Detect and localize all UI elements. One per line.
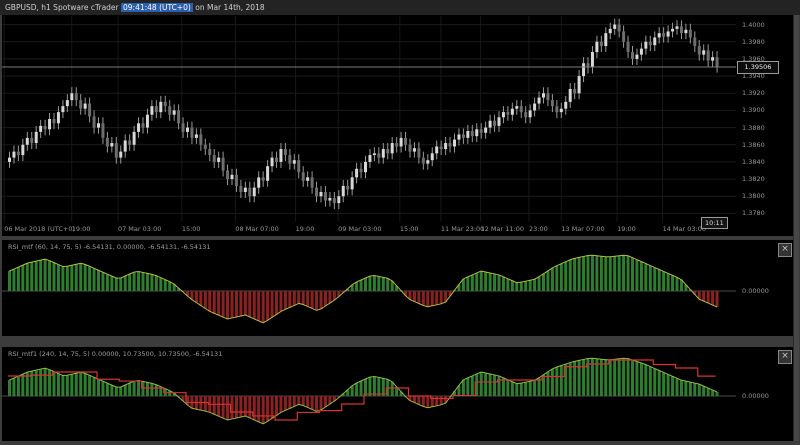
time-axis-label: 19:00 bbox=[617, 225, 636, 233]
indicator2-close-button[interactable]: × bbox=[778, 350, 792, 364]
time-axis-label: 14 Mar 03:00 bbox=[662, 225, 706, 233]
price-axis-label: 1.3780 bbox=[742, 209, 765, 218]
indicator-axis-label: 0.00000 bbox=[742, 287, 769, 295]
price-axis-label: 1.3840 bbox=[742, 157, 765, 166]
current-time-marker: 10:11 bbox=[701, 217, 728, 229]
price-axis-label: 1.3880 bbox=[742, 123, 765, 132]
time-axis-label: 09 Mar 03:00 bbox=[338, 225, 382, 233]
price-axis-label: 1.3900 bbox=[742, 106, 765, 115]
time-axis-label: 13 Mar 07:00 bbox=[561, 225, 605, 233]
chart-title-bar: GBPUSD, h1 Spotware cTrader 09:41:48 (UT… bbox=[0, 0, 800, 15]
price-axis-label: 1.3860 bbox=[742, 140, 765, 149]
price-axis-label: 1.4000 bbox=[742, 20, 765, 29]
time-axis-label: 11 Mar 23:00 bbox=[440, 225, 485, 233]
chart-title-prefix: GBPUSD, h1 Spotware cTrader bbox=[5, 3, 122, 12]
indicator1-header: RSI_mtf (60, 14, 75, 5) -6.54131, 0.0000… bbox=[8, 243, 211, 251]
time-axis-label: 12 Mar 11:00 bbox=[480, 225, 524, 233]
chart-canvas[interactable] bbox=[0, 0, 800, 445]
time-axis-label: 15:00 bbox=[181, 225, 201, 233]
indicator2-header: RSI_mtf1 (240, 14, 75, 5) 0.00000, 10.73… bbox=[8, 350, 223, 358]
current-price-badge: 1.39506 bbox=[737, 60, 779, 74]
time-axis-label: 23:00 bbox=[529, 225, 548, 233]
indicator1-close-button[interactable]: × bbox=[778, 243, 792, 257]
time-axis-label: 19:00 bbox=[71, 225, 91, 233]
price-axis-label: 1.3980 bbox=[742, 37, 765, 46]
time-axis-label: 08 Mar 07:00 bbox=[235, 225, 279, 233]
price-axis-label: 1.3920 bbox=[742, 89, 765, 98]
time-axis-label: 15:00 bbox=[399, 225, 419, 233]
ctrader-window: GBPUSD, h1 Spotware cTrader 09:41:48 (UT… bbox=[0, 0, 800, 445]
time-axis-label: 07 Mar 03:00 bbox=[117, 225, 162, 233]
price-axis-label: 1.3820 bbox=[742, 175, 765, 184]
chart-title-time-highlight: 09:41:48 (UTC+0) bbox=[121, 3, 193, 12]
indicator-axis-label: 0.00000 bbox=[742, 392, 769, 400]
time-axis-label: 06 Mar 2018 (UTC+0) bbox=[4, 225, 76, 233]
chart-title-suffix: on Mar 14th, 2018 bbox=[192, 3, 265, 12]
price-axis-label: 1.3800 bbox=[742, 192, 765, 201]
time-axis-label: 19:00 bbox=[295, 225, 315, 233]
